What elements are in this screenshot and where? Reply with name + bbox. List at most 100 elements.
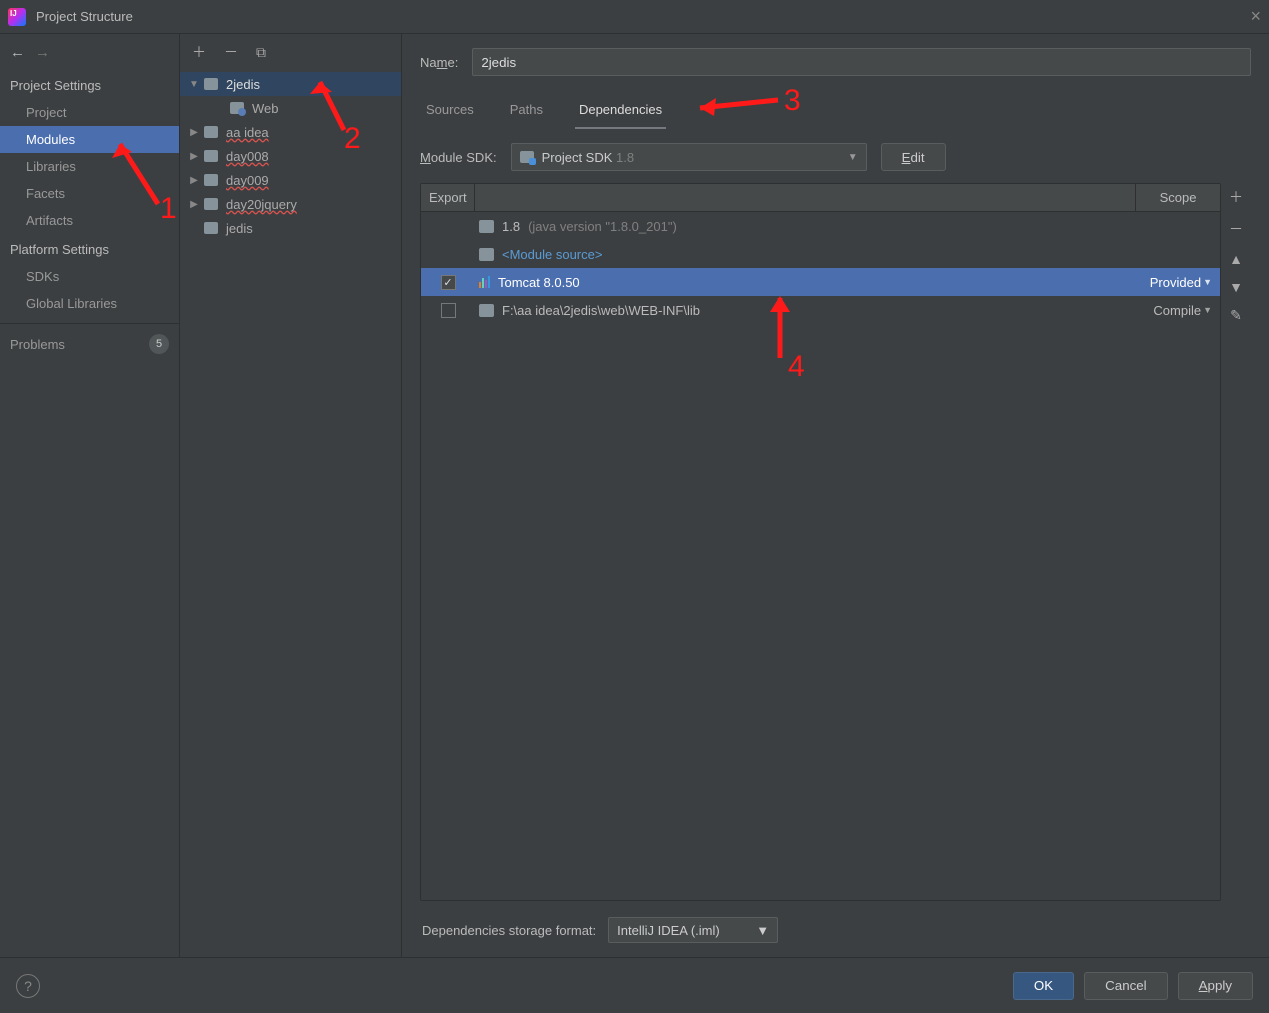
nav-arrows: ← → [0, 34, 179, 70]
cancel-button[interactable]: Cancel [1084, 972, 1168, 1000]
tree-item[interactable]: ▶ day008 [180, 144, 401, 168]
close-icon[interactable]: × [1250, 6, 1261, 27]
name-label: Name: [420, 55, 458, 70]
dependency-row[interactable]: ✓ Tomcat 8.0.50 Provided▼ [421, 268, 1220, 296]
ok-button[interactable]: OK [1013, 972, 1074, 1000]
titlebar: Project Structure × [0, 0, 1269, 34]
name-input[interactable] [472, 48, 1251, 76]
move-down-icon[interactable]: ▼ [1229, 279, 1243, 295]
tree-item[interactable]: Web [180, 96, 401, 120]
folder-icon [204, 174, 218, 186]
problems-label: Problems [10, 337, 65, 352]
col-scope[interactable]: Scope [1135, 184, 1220, 211]
bottombar: ? OK Cancel Apply [0, 957, 1269, 1013]
sidebar: ← → Project Settings Project Modules Lib… [0, 34, 180, 957]
folder-icon [479, 220, 494, 233]
dependency-suffix: (java version "1.8.0_201") [528, 219, 677, 234]
sdk-icon [520, 151, 534, 163]
nav-facets[interactable]: Facets [0, 180, 179, 207]
module-panel: ＋ － ⧉ ▼2jedis Web ▶ aa idea ▶ day008 ▶ day009 ▶ d… [180, 34, 402, 957]
nav-modules[interactable]: Modules [0, 126, 179, 153]
folder-icon [204, 198, 218, 210]
col-export[interactable]: Export [421, 184, 475, 211]
expand-icon[interactable]: ▶ [188, 199, 200, 210]
chevron-down-icon: ▼ [756, 923, 769, 938]
nav-project[interactable]: Project [0, 99, 179, 126]
section-platform-settings: Platform Settings [0, 234, 179, 263]
nav-problems[interactable]: Problems 5 [0, 323, 179, 364]
folder-icon [479, 248, 494, 261]
folder-icon [204, 78, 218, 90]
dependency-label: <Module source> [502, 247, 602, 262]
tab-dependencies[interactable]: Dependencies [575, 96, 666, 129]
edit-button[interactable]: Edit [881, 143, 946, 171]
scope-cell[interactable]: Compile▼ [1135, 303, 1220, 318]
expand-icon[interactable]: ▶ [188, 151, 200, 162]
tree-item-label: day008 [222, 149, 269, 164]
tree-item[interactable]: ▶ day009 [180, 168, 401, 192]
tab-paths[interactable]: Paths [506, 96, 547, 129]
chevron-down-icon: ▼ [848, 152, 858, 163]
dependency-label: 1.8 [502, 219, 520, 234]
tree-item-label: day009 [222, 173, 269, 188]
remove-icon[interactable]: － [224, 42, 238, 62]
add-icon[interactable]: ＋ [192, 42, 206, 62]
tab-sources[interactable]: Sources [422, 96, 478, 129]
move-up-icon[interactable]: ▲ [1229, 251, 1243, 267]
chevron-down-icon: ▼ [1203, 305, 1212, 315]
storage-combo[interactable]: IntelliJ IDEA (.iml) ▼ [608, 917, 778, 943]
tabs: Sources Paths Dependencies [420, 90, 1251, 129]
section-project-settings: Project Settings [0, 70, 179, 99]
problems-badge: 5 [149, 334, 169, 354]
expand-icon[interactable]: ▶ [188, 175, 200, 186]
copy-icon[interactable]: ⧉ [256, 44, 266, 61]
sdk-label: Module SDK: [420, 150, 497, 165]
dependency-row[interactable]: 1.8 (java version "1.8.0_201") [421, 212, 1220, 240]
content-panel: Name: Sources Paths Dependencies Module … [402, 34, 1269, 957]
add-dep-icon[interactable]: ＋ [1229, 187, 1243, 207]
tree-item[interactable]: ▼2jedis [180, 72, 401, 96]
apply-button[interactable]: Apply [1178, 972, 1253, 1000]
module-toolbar: ＋ － ⧉ [180, 34, 401, 70]
tree-item[interactable]: ▶ day20jquery [180, 192, 401, 216]
window-title: Project Structure [36, 9, 133, 24]
edit-dep-icon[interactable]: ✎ [1230, 307, 1242, 324]
tree-item[interactable]: jedis [180, 216, 401, 240]
app-icon [8, 8, 26, 26]
dependencies-side-tools: ＋ － ▲ ▼ ✎ [1221, 183, 1251, 901]
library-icon [479, 276, 490, 288]
dependency-row[interactable]: <Module source> [421, 240, 1220, 268]
folder-icon [204, 150, 218, 162]
folder-icon [230, 102, 244, 114]
expand-icon[interactable]: ▶ [188, 127, 200, 138]
export-checkbox[interactable]: ✓ [441, 275, 456, 290]
folder-icon [204, 126, 218, 138]
dependency-row[interactable]: F:\aa idea\2jedis\web\WEB-INF\lib Compile… [421, 296, 1220, 324]
tree-item-label: Web [248, 101, 279, 116]
nav-sdks[interactable]: SDKs [0, 263, 179, 290]
back-icon[interactable]: ← [10, 44, 25, 61]
sdk-combo[interactable]: Project SDK 1.8 ▼ [511, 143, 867, 171]
tree-item-label: jedis [222, 221, 253, 236]
help-icon[interactable]: ? [16, 974, 40, 998]
folder-icon [204, 222, 218, 234]
export-checkbox[interactable] [441, 303, 456, 318]
tree-item-label: aa idea [222, 125, 269, 140]
forward-icon[interactable]: → [35, 44, 50, 61]
nav-artifacts[interactable]: Artifacts [0, 207, 179, 234]
expand-icon[interactable]: ▼ [188, 79, 200, 90]
dependencies-table[interactable]: Export Scope 1.8 (java version "1.8.0_20… [420, 183, 1221, 901]
chevron-down-icon: ▼ [1203, 277, 1212, 287]
tree-item-label: day20jquery [222, 197, 297, 212]
dependency-label: Tomcat 8.0.50 [498, 275, 580, 290]
scope-cell[interactable]: Provided▼ [1135, 275, 1220, 290]
nav-libraries[interactable]: Libraries [0, 153, 179, 180]
module-tree[interactable]: ▼2jedis Web ▶ aa idea ▶ day008 ▶ day009 ▶ day20jq… [180, 70, 401, 957]
nav-global-libraries[interactable]: Global Libraries [0, 290, 179, 317]
remove-dep-icon[interactable]: － [1229, 219, 1243, 239]
storage-label: Dependencies storage format: [422, 923, 596, 938]
dependency-label: F:\aa idea\2jedis\web\WEB-INF\lib [502, 303, 700, 318]
folder-icon [479, 304, 494, 317]
tree-item[interactable]: ▶ aa idea [180, 120, 401, 144]
dependencies-header: Export Scope [421, 184, 1220, 212]
